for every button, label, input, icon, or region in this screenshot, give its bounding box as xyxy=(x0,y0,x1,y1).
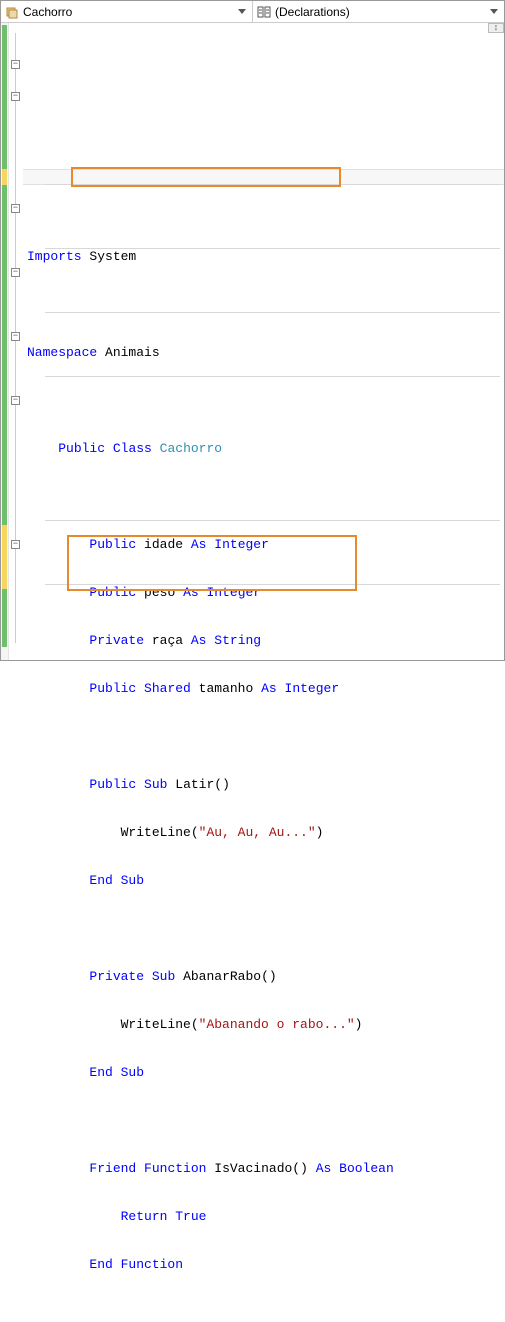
code-line: Public Shared tamanho As Integer xyxy=(25,681,504,697)
code-line: WriteLine("Au, Au, Au...") xyxy=(25,825,504,841)
fold-toggle[interactable]: − xyxy=(11,204,20,213)
code-line: End Sub xyxy=(25,873,504,889)
code-line: End Sub xyxy=(25,1065,504,1081)
class-icon xyxy=(5,5,19,19)
navigation-bar: Cachorro (Declarations) xyxy=(1,1,504,23)
fold-toggle[interactable]: − xyxy=(11,332,20,341)
member-dropdown[interactable]: (Declarations) xyxy=(253,1,504,22)
chevron-down-icon xyxy=(238,9,246,14)
code-line: Return True xyxy=(25,1209,504,1225)
outline-column: − − − − − − − xyxy=(9,23,23,660)
code-text-area[interactable]: Imports System Namespace Animais Public … xyxy=(23,23,504,660)
code-line: Private Sub AbanarRabo() xyxy=(25,969,504,985)
member-dropdown-label: (Declarations) xyxy=(275,5,488,19)
declarations-icon xyxy=(257,5,271,19)
code-line: Imports System xyxy=(25,249,504,265)
code-line: WriteLine("Abanando o rabo...") xyxy=(25,1017,504,1033)
code-line: Friend Function IsVacinado() As Boolean xyxy=(25,1161,504,1177)
chevron-down-icon xyxy=(490,9,498,14)
change-marker-column xyxy=(1,23,9,660)
code-line: Public Class Cachorro xyxy=(25,441,504,457)
code-line: End Function xyxy=(25,1257,504,1273)
code-line: Public peso As Integer xyxy=(25,585,504,601)
fold-toggle[interactable]: − xyxy=(11,396,20,405)
fold-toggle[interactable]: − xyxy=(11,540,20,549)
fold-toggle[interactable]: − xyxy=(11,268,20,277)
code-editor[interactable]: ↕ − − − − − − − Imports System Namespace… xyxy=(1,23,504,660)
class-dropdown[interactable]: Cachorro xyxy=(1,1,253,22)
code-line: Public idade As Integer xyxy=(25,537,504,553)
code-line: Private raça As String xyxy=(25,633,504,649)
code-line: Namespace Animais xyxy=(25,345,504,361)
fold-toggle[interactable]: − xyxy=(11,60,20,69)
code-line: Public Sub Latir() xyxy=(25,777,504,793)
fold-toggle[interactable]: − xyxy=(11,92,20,101)
class-dropdown-label: Cachorro xyxy=(23,5,236,19)
